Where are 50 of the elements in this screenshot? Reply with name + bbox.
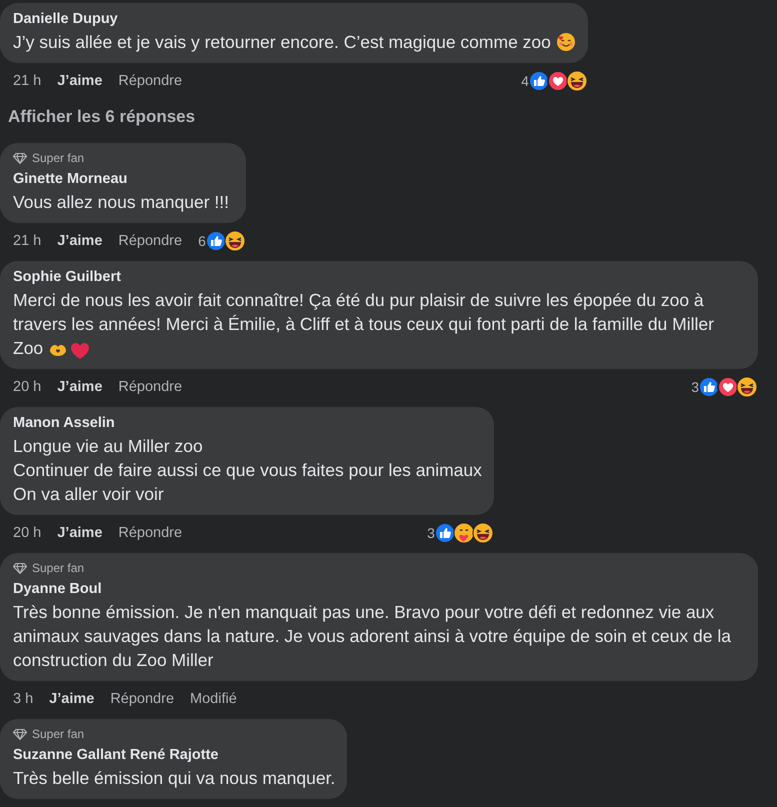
diamond-icon: [13, 562, 27, 574]
reply-link[interactable]: Répondre: [110, 691, 174, 707]
like-link[interactable]: J’aime: [57, 525, 102, 541]
like-icon: [698, 376, 720, 398]
laughing-face-icon: [224, 230, 246, 252]
like-icon: [528, 70, 550, 92]
like-icon: [434, 522, 456, 544]
smiling-face-with-hearts-icon: [556, 32, 576, 52]
author-name[interactable]: Sophie Guilbert: [13, 269, 746, 285]
heart-icon: [70, 342, 90, 360]
comment-text: Merci de nous les avoir fait connaître! Ça été du pur plaisir de suivre les épopée du zoo à travers les années! Merci à Émilie, à Cliff et à tous ceux qui font parti de la famille du Miller Zoo: [13, 289, 715, 360]
reaction-count[interactable]: 4: [521, 73, 529, 89]
comment-time[interactable]: 20 h: [13, 379, 42, 395]
like-link[interactable]: J’aime: [57, 233, 102, 249]
comment-text: Très bonne émission. Je n'en manquait pas une. Bravo pour votre défi et redonnez vie aux animaux sauvages dans la nature. Je vous adorent ainsi à votre équipe de soin et ceux de la construction du Zoo Miller: [13, 601, 732, 672]
laughing-face-icon: [472, 522, 494, 544]
reaction-count[interactable]: 3: [691, 379, 699, 395]
like-icon: [204, 230, 227, 252]
badge-label: Super fan: [32, 151, 84, 165]
comment-text: Longue vie au Miller zoo Continuer de faire aussi ce que vous faites pour les animaux On va aller voir voir: [13, 435, 482, 506]
laughing-face-icon: [736, 376, 758, 398]
diamond-icon: [13, 728, 27, 740]
hugging-face-icon: [452, 522, 475, 544]
badge-label: Super fan: [32, 727, 84, 741]
comment-time[interactable]: 3 h: [13, 691, 34, 707]
comment-text: J’y suis allée et je vais y retourner encore. C’est magique comme zoo: [13, 30, 576, 54]
like-link[interactable]: J’aime: [57, 73, 102, 89]
author-name[interactable]: Ginette Morneau: [13, 171, 234, 187]
laughing-face-icon: [566, 70, 588, 92]
author-name[interactable]: Danielle Dupuy: [13, 11, 576, 27]
comment-time[interactable]: 21 h: [13, 233, 42, 249]
reply-link[interactable]: Répondre: [118, 525, 182, 541]
comment-text: Vous allez nous manquer !!!: [13, 191, 230, 214]
badge-label: Super fan: [32, 561, 84, 575]
like-link[interactable]: J’aime: [57, 379, 102, 395]
reply-link[interactable]: Répondre: [118, 379, 182, 395]
diamond-icon: [13, 152, 27, 164]
author-name[interactable]: Suzanne Gallant René Rajotte: [13, 747, 336, 763]
author-name[interactable]: Dyanne Boul: [13, 581, 746, 597]
show-replies-link[interactable]: Afficher les 6 réponses: [0, 103, 204, 131]
author-name[interactable]: Manon Asselin: [13, 415, 482, 431]
comment-time[interactable]: 21 h: [13, 73, 42, 89]
like-link[interactable]: J’aime: [49, 691, 94, 707]
comment-time[interactable]: 20 h: [13, 525, 42, 541]
reply-link[interactable]: Répondre: [118, 233, 182, 249]
reaction-count[interactable]: 6: [198, 233, 206, 249]
reaction-count[interactable]: 3: [427, 525, 435, 541]
reply-link[interactable]: Répondre: [118, 73, 182, 89]
comment-text: Très belle émission qui va nous manquer.: [13, 767, 336, 790]
edited-label: Modifié: [190, 691, 237, 707]
